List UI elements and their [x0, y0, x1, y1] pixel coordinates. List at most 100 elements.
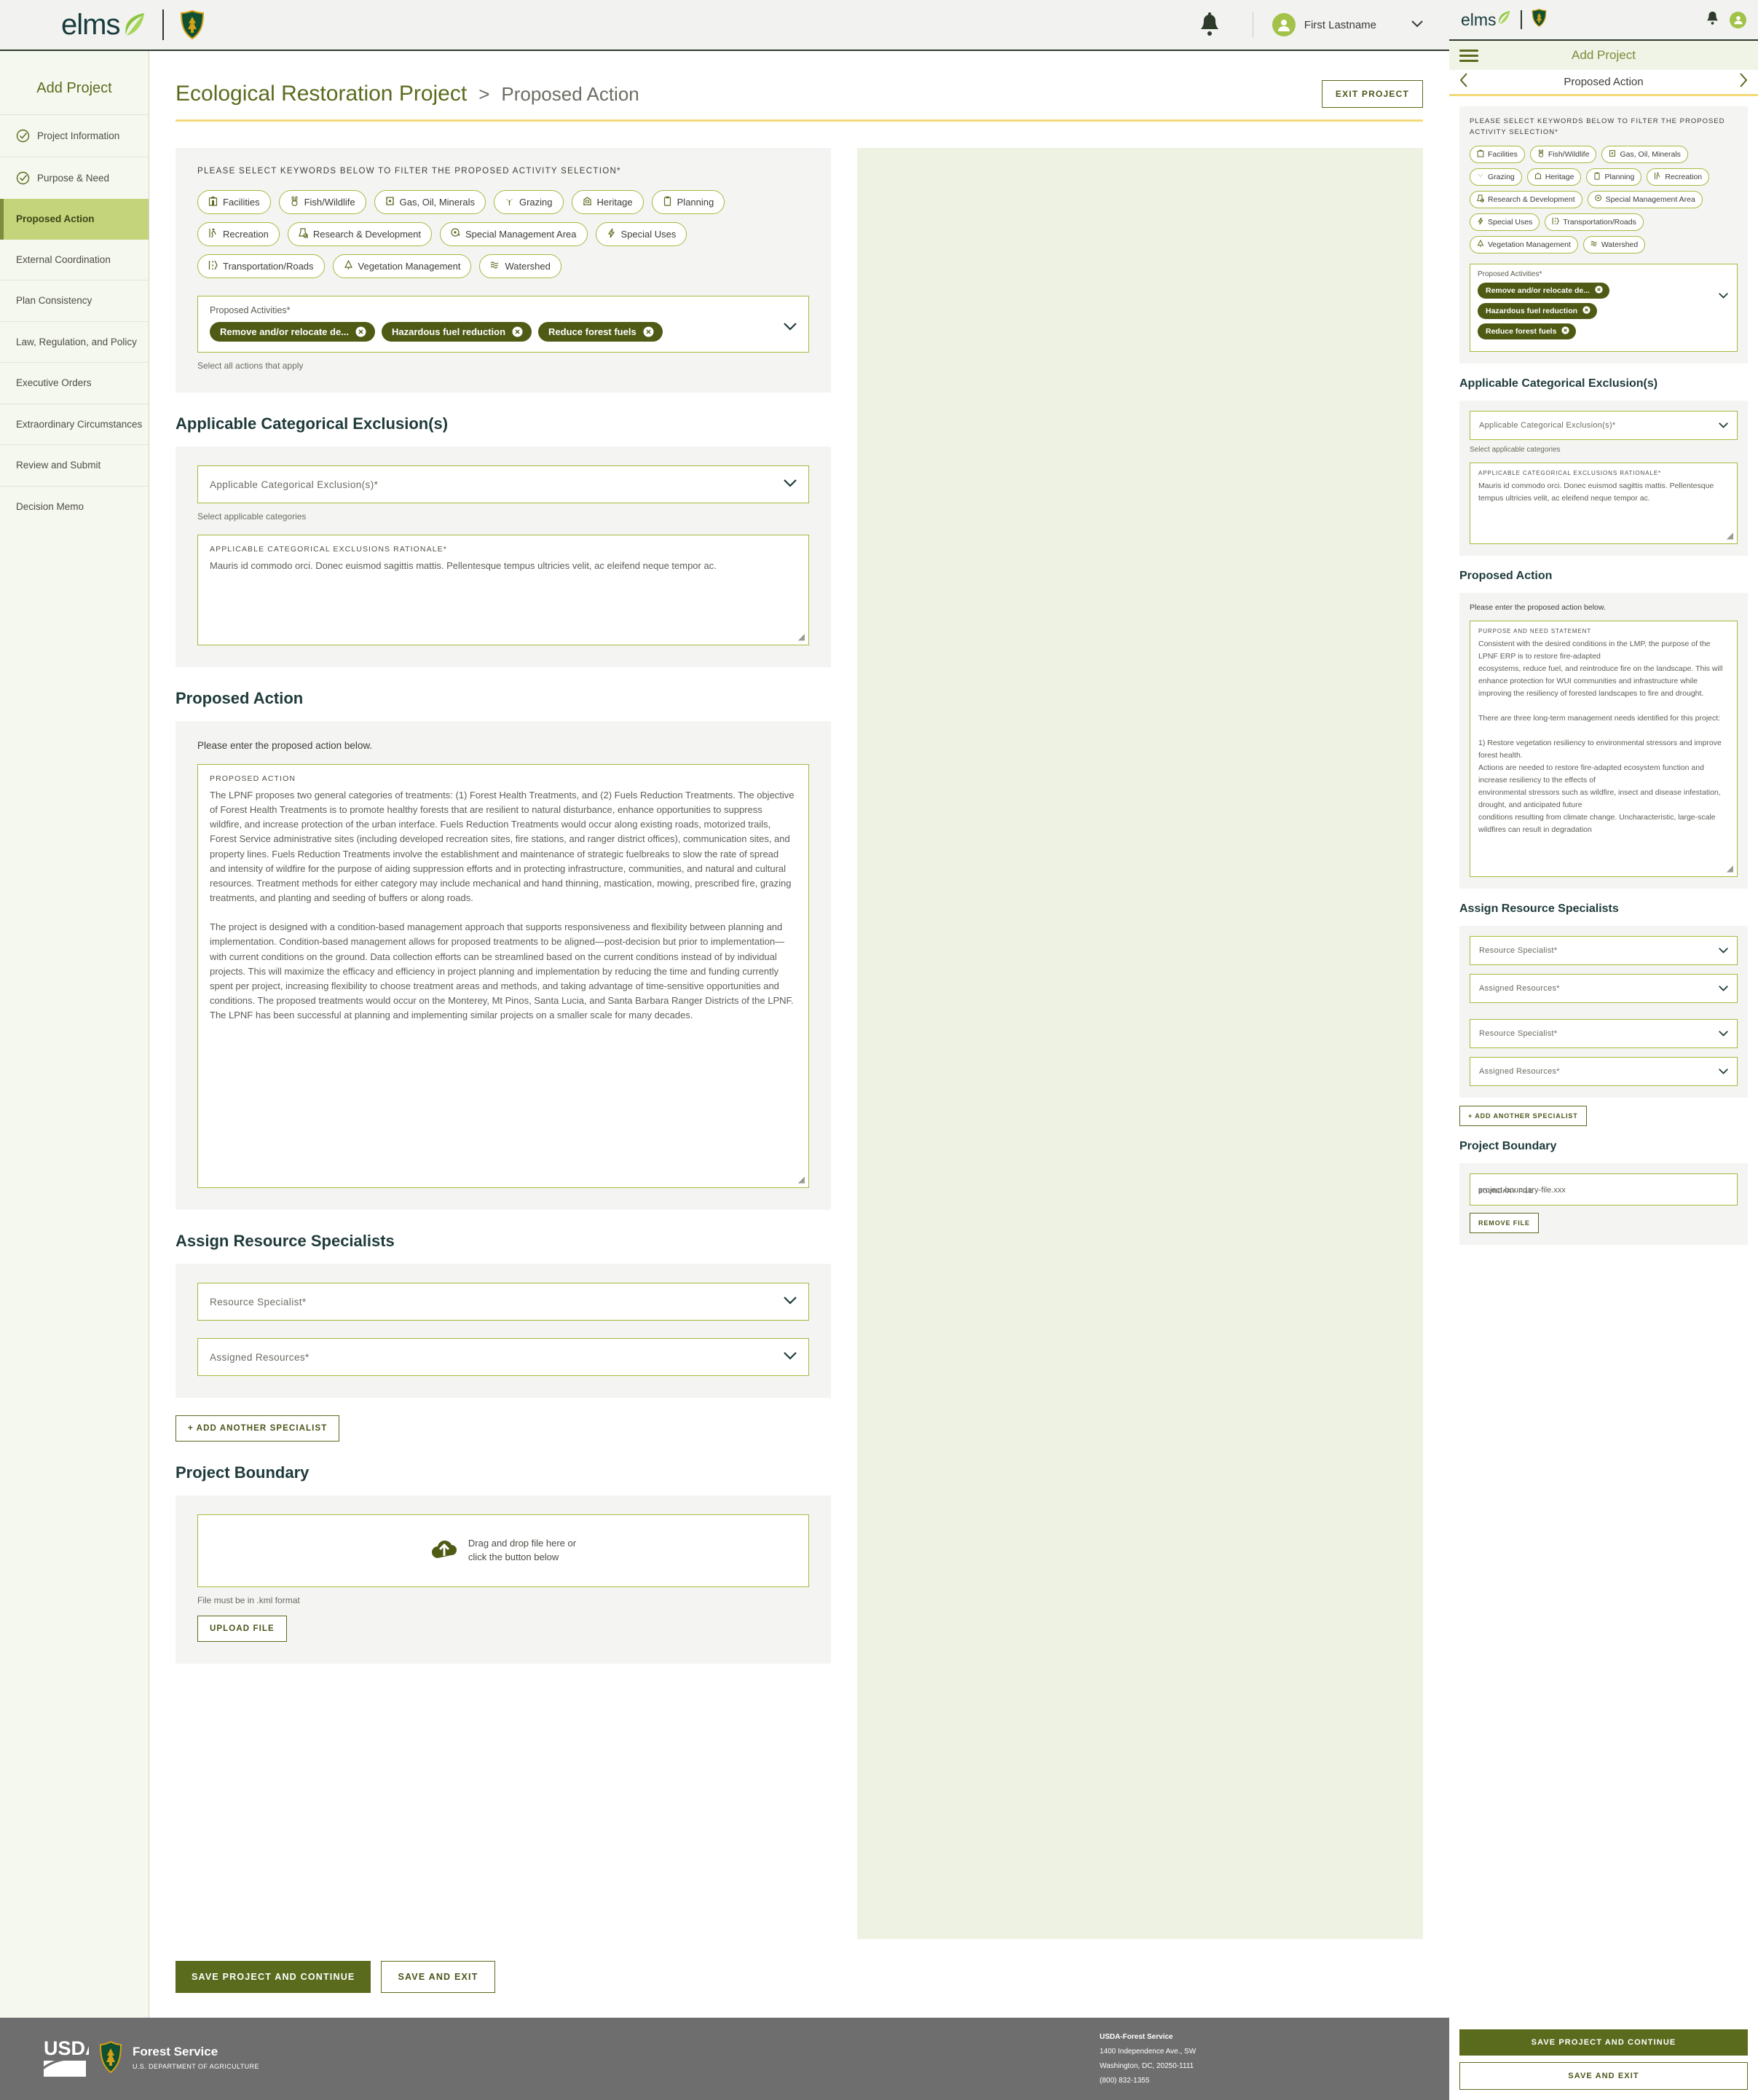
exit-project-button[interactable]: EXIT PROJECT — [1321, 80, 1423, 108]
chevron-left-icon[interactable] — [1459, 73, 1468, 91]
keyword-chip-vegetation-management[interactable]: Vegetation Management — [1470, 236, 1578, 254]
hamburger-menu-icon[interactable] — [1459, 49, 1478, 62]
chevron-down-icon[interactable] — [784, 321, 797, 334]
mobile-save-and-exit-button[interactable]: SAVE AND EXIT — [1459, 2062, 1748, 2090]
mobile-resource-specialist-select-2[interactable]: Resource Specialist* — [1470, 1018, 1738, 1048]
sidebar-item-project-information[interactable]: Project Information — [0, 114, 149, 157]
mobile-save-project-and-continue-button[interactable]: SAVE PROJECT AND CONTINUE — [1459, 2029, 1748, 2056]
keyword-chip-heritage[interactable]: Heritage — [1526, 168, 1582, 186]
keyword-chip-grazing[interactable]: Grazing — [1470, 168, 1522, 186]
close-circle-icon[interactable] — [355, 326, 366, 337]
close-circle-icon[interactable] — [1561, 326, 1570, 337]
keyword-chip-watershed[interactable]: Watershed — [479, 254, 561, 278]
assigned-resources-select[interactable]: Assigned Resources* — [197, 1338, 809, 1376]
mobile-assigned-resources-select-2[interactable]: Assigned Resources* — [1470, 1056, 1738, 1086]
proposed-action-textarea[interactable]: PROPOSED ACTION The LPNF proposes two ge… — [197, 764, 809, 1188]
categorical-exclusions-rationale-field[interactable]: APPLICABLE CATEGORICAL EXCLUSIONS RATION… — [197, 535, 809, 645]
chevron-down-icon[interactable] — [1719, 982, 1728, 995]
activity-tag[interactable]: Remove and/or relocate de... — [210, 322, 376, 342]
mobile-rationale-field[interactable]: APPLICABLE CATEGORICAL EXCLUSIONS RATION… — [1470, 463, 1738, 545]
bell-icon[interactable] — [1199, 12, 1221, 37]
resize-handle-icon[interactable]: ◢ — [798, 1174, 805, 1184]
chevron-down-icon[interactable] — [1719, 419, 1728, 432]
sidebar-item-review-and-submit[interactable]: Review and Submit — [0, 444, 149, 486]
save-and-exit-button[interactable]: SAVE AND EXIT — [381, 1961, 495, 1993]
keyword-chip-transportation-roads[interactable]: Transportation/Roads — [1545, 213, 1644, 232]
resize-handle-icon[interactable]: ◢ — [1727, 530, 1733, 540]
sidebar-item-purpose-need[interactable]: Purpose & Need — [0, 157, 149, 199]
remove-file-button[interactable]: REMOVE FILE — [1470, 1212, 1539, 1233]
keyword-chip-heritage[interactable]: Heritage — [571, 190, 644, 214]
keyword-chip-special-management-area[interactable]: Special Management Area — [440, 222, 588, 246]
resize-handle-icon[interactable]: ◢ — [1727, 863, 1733, 873]
keyword-chip-transportation-roads[interactable]: Transportation/Roads — [197, 254, 325, 278]
keyword-chip-planning[interactable]: Planning — [1586, 168, 1642, 186]
keyword-chip-vegetation-management[interactable]: Vegetation Management — [332, 254, 472, 278]
keyword-chip-research-development[interactable]: Research & Development — [287, 222, 433, 246]
add-another-specialist-button[interactable]: + ADD ANOTHER SPECIALIST — [176, 1415, 340, 1442]
keyword-chip-special-management-area[interactable]: Special Management Area — [1587, 191, 1703, 209]
keyword-chip-recreation[interactable]: Recreation — [1647, 168, 1710, 186]
proposed-activities-multiselect[interactable]: Proposed Activities* Remove and/or reloc… — [197, 296, 809, 353]
keyword-chip-facilities[interactable]: Facilities — [1470, 146, 1525, 164]
chevron-down-icon[interactable] — [1719, 289, 1728, 302]
upload-file-button[interactable]: UPLOAD FILE — [197, 1616, 287, 1642]
keyword-chip-watershed[interactable]: Watershed — [1582, 236, 1646, 254]
sidebar-item-extraordinary-circumstances[interactable]: Extraordinary Circumstances — [0, 403, 149, 445]
keyword-chip-facilities[interactable]: Facilities — [197, 190, 271, 214]
chevron-down-icon[interactable] — [1719, 1027, 1728, 1040]
activity-tag[interactable]: Hazardous fuel reduction — [1478, 303, 1598, 320]
sidebar-item-decision-memo[interactable]: Decision Memo — [0, 485, 149, 527]
keyword-chip-gas-oil-minerals[interactable]: Gas, Oil, Minerals — [1601, 146, 1688, 164]
resource-specialist-select[interactable]: Resource Specialist* — [197, 1283, 809, 1321]
bell-icon[interactable] — [1706, 10, 1719, 29]
close-circle-icon[interactable] — [1595, 286, 1603, 296]
purpose-need-label: PURPOSE AND NEED STATEMENT — [1478, 628, 1592, 635]
file-drop-zone[interactable]: Drag and drop file here or click the but… — [197, 1514, 809, 1587]
keyword-chip-gas-oil-minerals[interactable]: Gas, Oil, Minerals — [374, 190, 486, 214]
sidebar-item-external-coordination[interactable]: External Coordination — [0, 240, 149, 280]
chevron-down-icon[interactable] — [784, 1295, 797, 1308]
keyword-chip-special-uses[interactable]: Special Uses — [595, 222, 687, 246]
activity-tag[interactable]: Reduce forest fuels — [538, 322, 663, 342]
save-project-and-continue-button[interactable]: SAVE PROJECT AND CONTINUE — [176, 1961, 371, 1993]
mobile-proposed-activities-multiselect[interactable]: Proposed Activities* Remove and/or reloc… — [1470, 264, 1738, 353]
keyword-chip-special-uses[interactable]: Special Uses — [1470, 213, 1540, 232]
project-boundary-heading: Project Boundary — [176, 1463, 310, 1482]
mobile-assigned-resources-select-1[interactable]: Assigned Resources* — [1470, 973, 1738, 1003]
sidebar-item-proposed-action[interactable]: Proposed Action — [0, 199, 149, 240]
keyword-chip-recreation[interactable]: Recreation — [197, 222, 280, 246]
resize-handle-icon[interactable]: ◢ — [798, 632, 805, 642]
sidebar-item-law-regulation-policy[interactable]: Law, Regulation, and Policy — [0, 320, 149, 363]
chevron-down-icon[interactable] — [1719, 1065, 1728, 1078]
activity-tag[interactable]: Reduce forest fuels — [1478, 323, 1577, 340]
chevron-right-icon[interactable] — [1739, 73, 1748, 91]
sidebar-item-executive-orders[interactable]: Executive Orders — [0, 362, 149, 404]
activity-tag[interactable]: Hazardous fuel reduction — [382, 322, 532, 342]
keyword-chip-fish-wildlife[interactable]: Fish/Wildlife — [1529, 146, 1597, 164]
keyword-chip-research-development[interactable]: Research & Development — [1470, 191, 1582, 209]
categorical-exclusions-select[interactable]: Applicable Categorical Exclusion(s)* — [197, 465, 809, 503]
sidebar-item-plan-consistency[interactable]: Plan Consistency — [0, 280, 149, 321]
brand-logo[interactable]: elms — [61, 9, 146, 42]
keyword-chip-fish-wildlife[interactable]: Fish/Wildlife — [278, 190, 366, 214]
mobile-resource-specialist-select-1[interactable]: Resource Specialist* — [1470, 935, 1738, 965]
chip-label: Watershed — [1601, 240, 1639, 250]
keyword-chip-planning[interactable]: Planning — [651, 190, 725, 214]
mobile-add-another-specialist-button[interactable]: + ADD ANOTHER SPECIALIST — [1459, 1105, 1587, 1126]
mobile-categorical-exclusions-select[interactable]: Applicable Categorical Exclusion(s)* — [1470, 411, 1738, 441]
close-circle-icon[interactable] — [512, 326, 523, 337]
activity-tag[interactable]: Remove and/or relocate de... — [1478, 283, 1609, 299]
user-avatar-icon[interactable] — [1730, 11, 1746, 28]
mobile-purpose-need-textarea[interactable]: PURPOSE AND NEED STATEMENT Consistent wi… — [1470, 621, 1738, 878]
mobile-activity-tag-list: Remove and/or relocate de... Hazardous f… — [1478, 283, 1730, 344]
chevron-down-icon[interactable] — [1411, 18, 1423, 31]
user-avatar-icon[interactable] — [1272, 13, 1296, 36]
keyword-chip-grazing[interactable]: Grazing — [493, 190, 564, 214]
close-circle-icon[interactable] — [643, 326, 654, 337]
close-circle-icon[interactable] — [1582, 306, 1591, 316]
boundary-file-field[interactable]: BOUNDARY FILE project-boundary-file.xxx — [1470, 1173, 1738, 1206]
chevron-down-icon[interactable] — [1719, 944, 1728, 957]
chevron-down-icon[interactable] — [784, 1350, 797, 1364]
chevron-down-icon[interactable] — [784, 478, 797, 491]
